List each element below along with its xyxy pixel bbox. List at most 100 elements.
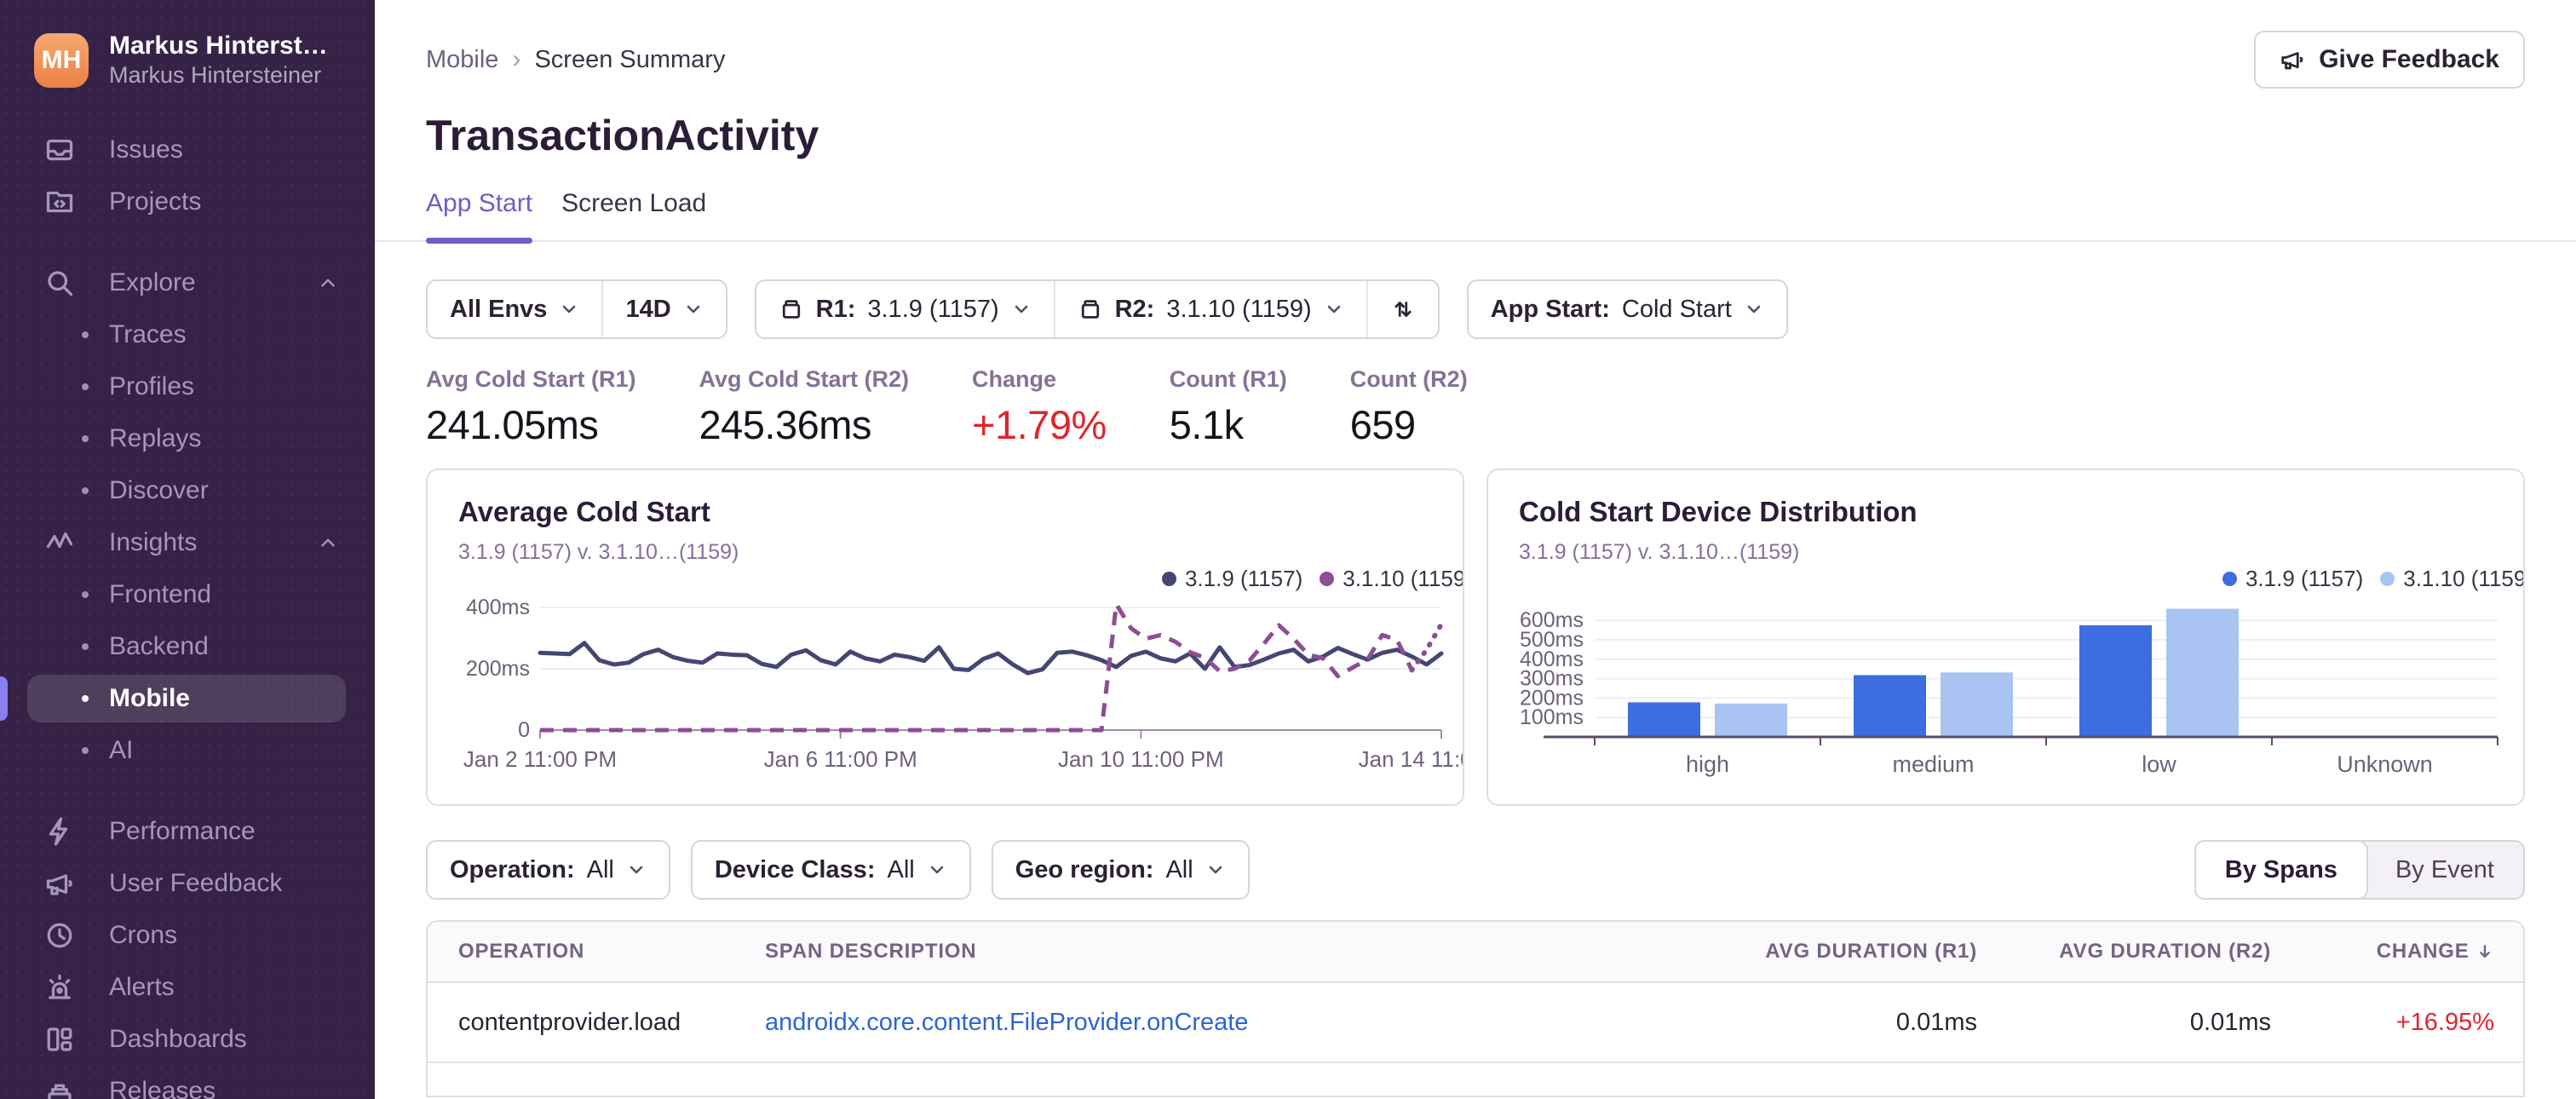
table-row: contentprovider.load androidx.core.conte… <box>428 983 2523 1062</box>
span-description-link[interactable]: androidx.core.content.FileProvider.onCre… <box>765 1009 1248 1036</box>
chevron-down-icon <box>1209 866 1222 874</box>
org-subtitle: Markus Hintersteiner <box>109 62 322 88</box>
give-feedback-label: Give Feedback <box>2319 45 2499 73</box>
sidebar-item-label: Alerts <box>109 973 175 1002</box>
chevron-down-icon <box>563 305 576 314</box>
org-switcher[interactable]: MH Markus Hinterst… Markus Hintersteiner <box>0 0 375 90</box>
svg-text:0: 0 <box>518 718 530 742</box>
siren-icon <box>44 972 75 1003</box>
legend-item-r2[interactable]: 3.1.10 (1159) <box>2380 566 2523 592</box>
view-toggle: By Spans By Event <box>2194 840 2525 900</box>
sidebar-item-ai[interactable]: AI <box>0 725 375 777</box>
metric-avg-cold-start-r2: Avg Cold Start (R2) 245.36ms <box>699 366 910 447</box>
date-range-select[interactable]: 14D <box>601 281 725 337</box>
sidebar-item-label: Explore <box>109 268 196 297</box>
sidebar-item-label: Mobile <box>109 684 190 713</box>
legend-dot <box>1320 572 1335 586</box>
col-span-description[interactable]: SPAN DESCRIPTION <box>734 940 1725 964</box>
tab-app-start[interactable]: App Start <box>426 189 533 244</box>
col-operation[interactable]: OPERATION <box>428 940 734 964</box>
sidebar-item-label: Crons <box>109 921 178 950</box>
sidebar-item-replays[interactable]: Replays <box>0 413 375 465</box>
svg-text:high: high <box>1686 751 1729 777</box>
by-spans-toggle[interactable]: By Spans <box>2194 840 2368 900</box>
cell-change: +16.95% <box>2395 1008 2494 1036</box>
chevron-down-icon <box>1327 305 1341 314</box>
table-header: OPERATION SPAN DESCRIPTION AVG DURATION … <box>428 922 2523 983</box>
environment-select[interactable]: All Envs <box>428 281 601 337</box>
sidebar-item-explore[interactable]: Explore <box>0 257 375 309</box>
sidebar-item-label: Projects <box>109 187 202 216</box>
sidebar-item-releases[interactable]: Releases <box>0 1066 375 1099</box>
bullet-icon <box>82 591 89 599</box>
bullet-icon <box>82 435 89 443</box>
by-event-toggle[interactable]: By Event <box>2366 842 2523 898</box>
releases-icon <box>44 1076 75 1099</box>
avg-cold-start-chart-card: Average Cold Start 3.1.9 (1157) v. 3.1.1… <box>426 469 1464 806</box>
metric-avg-cold-start-r1: Avg Cold Start (R1) 241.05ms <box>426 366 636 447</box>
col-change[interactable]: CHANGE <box>2300 940 2523 964</box>
app-window: MH Markus Hinterst… Markus Hintersteiner… <box>0 0 2576 1099</box>
release-icon <box>782 300 800 319</box>
breadcrumb-mobile[interactable]: Mobile <box>426 46 498 74</box>
avatar: MH <box>34 32 89 88</box>
chart-legend: 3.1.9 (1157) 3.1.10 (1159) <box>1161 566 1463 592</box>
sidebar-item-performance[interactable]: Performance <box>0 806 375 858</box>
chevron-down-icon <box>687 305 699 314</box>
megaphone-icon <box>2281 52 2303 70</box>
swap-arrows-icon <box>1394 302 1412 317</box>
sidebar-item-label: User Feedback <box>109 869 283 898</box>
bullet-icon <box>82 331 89 339</box>
geo-region-filter[interactable]: Geo region: All <box>993 842 1248 898</box>
legend-dot <box>2222 572 2237 586</box>
release-r2-select[interactable]: R2: 3.1.10 (1159) <box>1053 281 1366 337</box>
legend-item-r1[interactable]: 3.1.9 (1157) <box>1161 566 1302 592</box>
breadcrumb: Mobile › Screen Summary <box>426 45 725 74</box>
sidebar-item-label: Frontend <box>109 580 212 609</box>
metrics-ribbon: Avg Cold Start (R1) 241.05ms Avg Cold St… <box>426 366 2525 448</box>
device-class-filter[interactable]: Device Class: All <box>693 842 969 898</box>
sidebar-item-label: Discover <box>109 476 209 505</box>
svg-text:Jan 6 11:00 PM: Jan 6 11:00 PM <box>764 746 917 772</box>
chart-title: Cold Start Device Distribution <box>1519 496 1918 527</box>
release-icon <box>1081 300 1099 319</box>
chart-subtitle: 3.1.9 (1157) v. 3.1.10…(1159) <box>458 540 739 564</box>
svg-text:low: low <box>2142 751 2176 777</box>
sidebar-item-projects[interactable]: Projects <box>0 176 375 228</box>
filter-bar: All Envs 14D R1: 3.1.9 (1157) R2: 3.1.10… <box>426 279 2525 339</box>
col-avg-duration-r1[interactable]: AVG DURATION (R1) <box>1725 940 2006 964</box>
sidebar-item-alerts[interactable]: Alerts <box>0 962 375 1014</box>
sidebar-item-traces[interactable]: Traces <box>0 309 375 361</box>
sidebar-item-mobile[interactable]: Mobile <box>0 673 375 725</box>
legend-item-r2[interactable]: 3.1.10 (1159) <box>1320 566 1463 592</box>
sidebar-item-discover[interactable]: Discover <box>0 465 375 517</box>
operation-filter[interactable]: Operation: All <box>428 842 669 898</box>
app-start-type-select[interactable]: App Start: Cold Start <box>1469 281 1786 337</box>
sidebar-item-dashboards[interactable]: Dashboards <box>0 1014 375 1066</box>
cell-operation: contentprovider.load <box>458 1008 681 1036</box>
give-feedback-button[interactable]: Give Feedback <box>2254 31 2525 89</box>
svg-text:Jan 2 11:00 PM: Jan 2 11:00 PM <box>463 746 617 772</box>
release-r1-select[interactable]: R1: 3.1.9 (1157) <box>756 281 1054 337</box>
col-avg-duration-r2[interactable]: AVG DURATION (R2) <box>2006 940 2300 964</box>
sidebar-item-issues[interactable]: Issues <box>0 124 375 176</box>
sidebar-item-frontend[interactable]: Frontend <box>0 569 375 621</box>
line-chart[interactable]: 0 200ms 400ms Jan 2 11:00 PM Jan 6 11:00 PM J… <box>445 590 1464 806</box>
sidebar-item-crons[interactable]: Crons <box>0 910 375 962</box>
env-date-group: All Envs 14D <box>426 279 727 339</box>
sidebar-item-insights[interactable]: Insights <box>0 517 375 569</box>
sidebar-item-backend[interactable]: Backend <box>0 621 375 673</box>
svg-text:600ms: 600ms <box>1520 608 1584 632</box>
sidebar-item-label: Issues <box>109 135 183 164</box>
chart-title: Average Cold Start <box>458 496 710 527</box>
bar-chart[interactable]: 100ms200ms300ms400ms500ms600mshigh medium… <box>1488 590 2525 806</box>
breadcrumb-separator: › <box>512 45 521 73</box>
sidebar-item-label: Dashboards <box>109 1025 247 1054</box>
legend-item-r1[interactable]: 3.1.9 (1157) <box>2222 566 2363 592</box>
sidebar-item-user-feedback[interactable]: User Feedback <box>0 858 375 910</box>
tab-screen-load[interactable]: Screen Load <box>561 189 706 240</box>
chevron-down-icon <box>930 866 944 874</box>
sidebar-item-profiles[interactable]: Profiles <box>0 361 375 413</box>
swap-releases-button[interactable] <box>1366 281 1438 337</box>
chevron-down-icon <box>1015 305 1027 314</box>
